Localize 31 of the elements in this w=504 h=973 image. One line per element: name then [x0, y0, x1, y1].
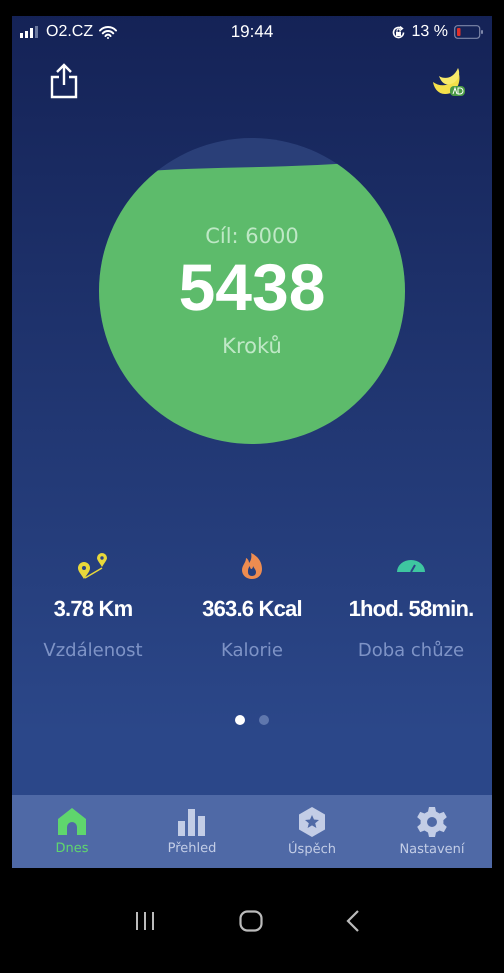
stat-value: 3.78 Km [54, 596, 132, 622]
stat-value: 363.6 Kcal [202, 596, 302, 622]
star-badge-icon [297, 806, 327, 838]
clock-time: 19:44 [230, 22, 274, 42]
goal-label: Cíl: 6000 [205, 224, 299, 248]
home-icon [56, 807, 88, 837]
flame-icon [239, 550, 265, 582]
page-dot[interactable] [259, 715, 269, 725]
tab[interactable]: Nastavení [372, 795, 492, 868]
stat-label: Doba chůze [358, 640, 464, 661]
page-dot[interactable] [235, 715, 245, 725]
signal-icon [20, 26, 40, 38]
battery-percent: 13 % [412, 23, 448, 41]
wifi-icon [99, 26, 118, 38]
tab[interactable]: Přehled [132, 795, 252, 868]
share-icon[interactable] [50, 63, 78, 99]
home-button-icon[interactable] [238, 910, 263, 932]
bar-chart-icon [176, 807, 208, 837]
recent-apps-icon[interactable] [134, 910, 156, 930]
step-count: 5438 [178, 250, 326, 326]
stat-value: 1hod. 58min. [348, 596, 474, 622]
battery-icon [454, 25, 484, 39]
stat-label: Vzdálenost [43, 640, 143, 661]
back-icon[interactable] [346, 910, 360, 932]
carrier-name: O2.CZ [46, 23, 94, 41]
settings-icon [416, 806, 448, 838]
tab[interactable]: Dnes [12, 795, 132, 868]
tab[interactable]: Úspěch [252, 795, 372, 868]
rotation-lock-icon [390, 24, 406, 40]
steps-unit: Kroků [222, 334, 282, 358]
stat-label: Kalorie [220, 640, 283, 661]
